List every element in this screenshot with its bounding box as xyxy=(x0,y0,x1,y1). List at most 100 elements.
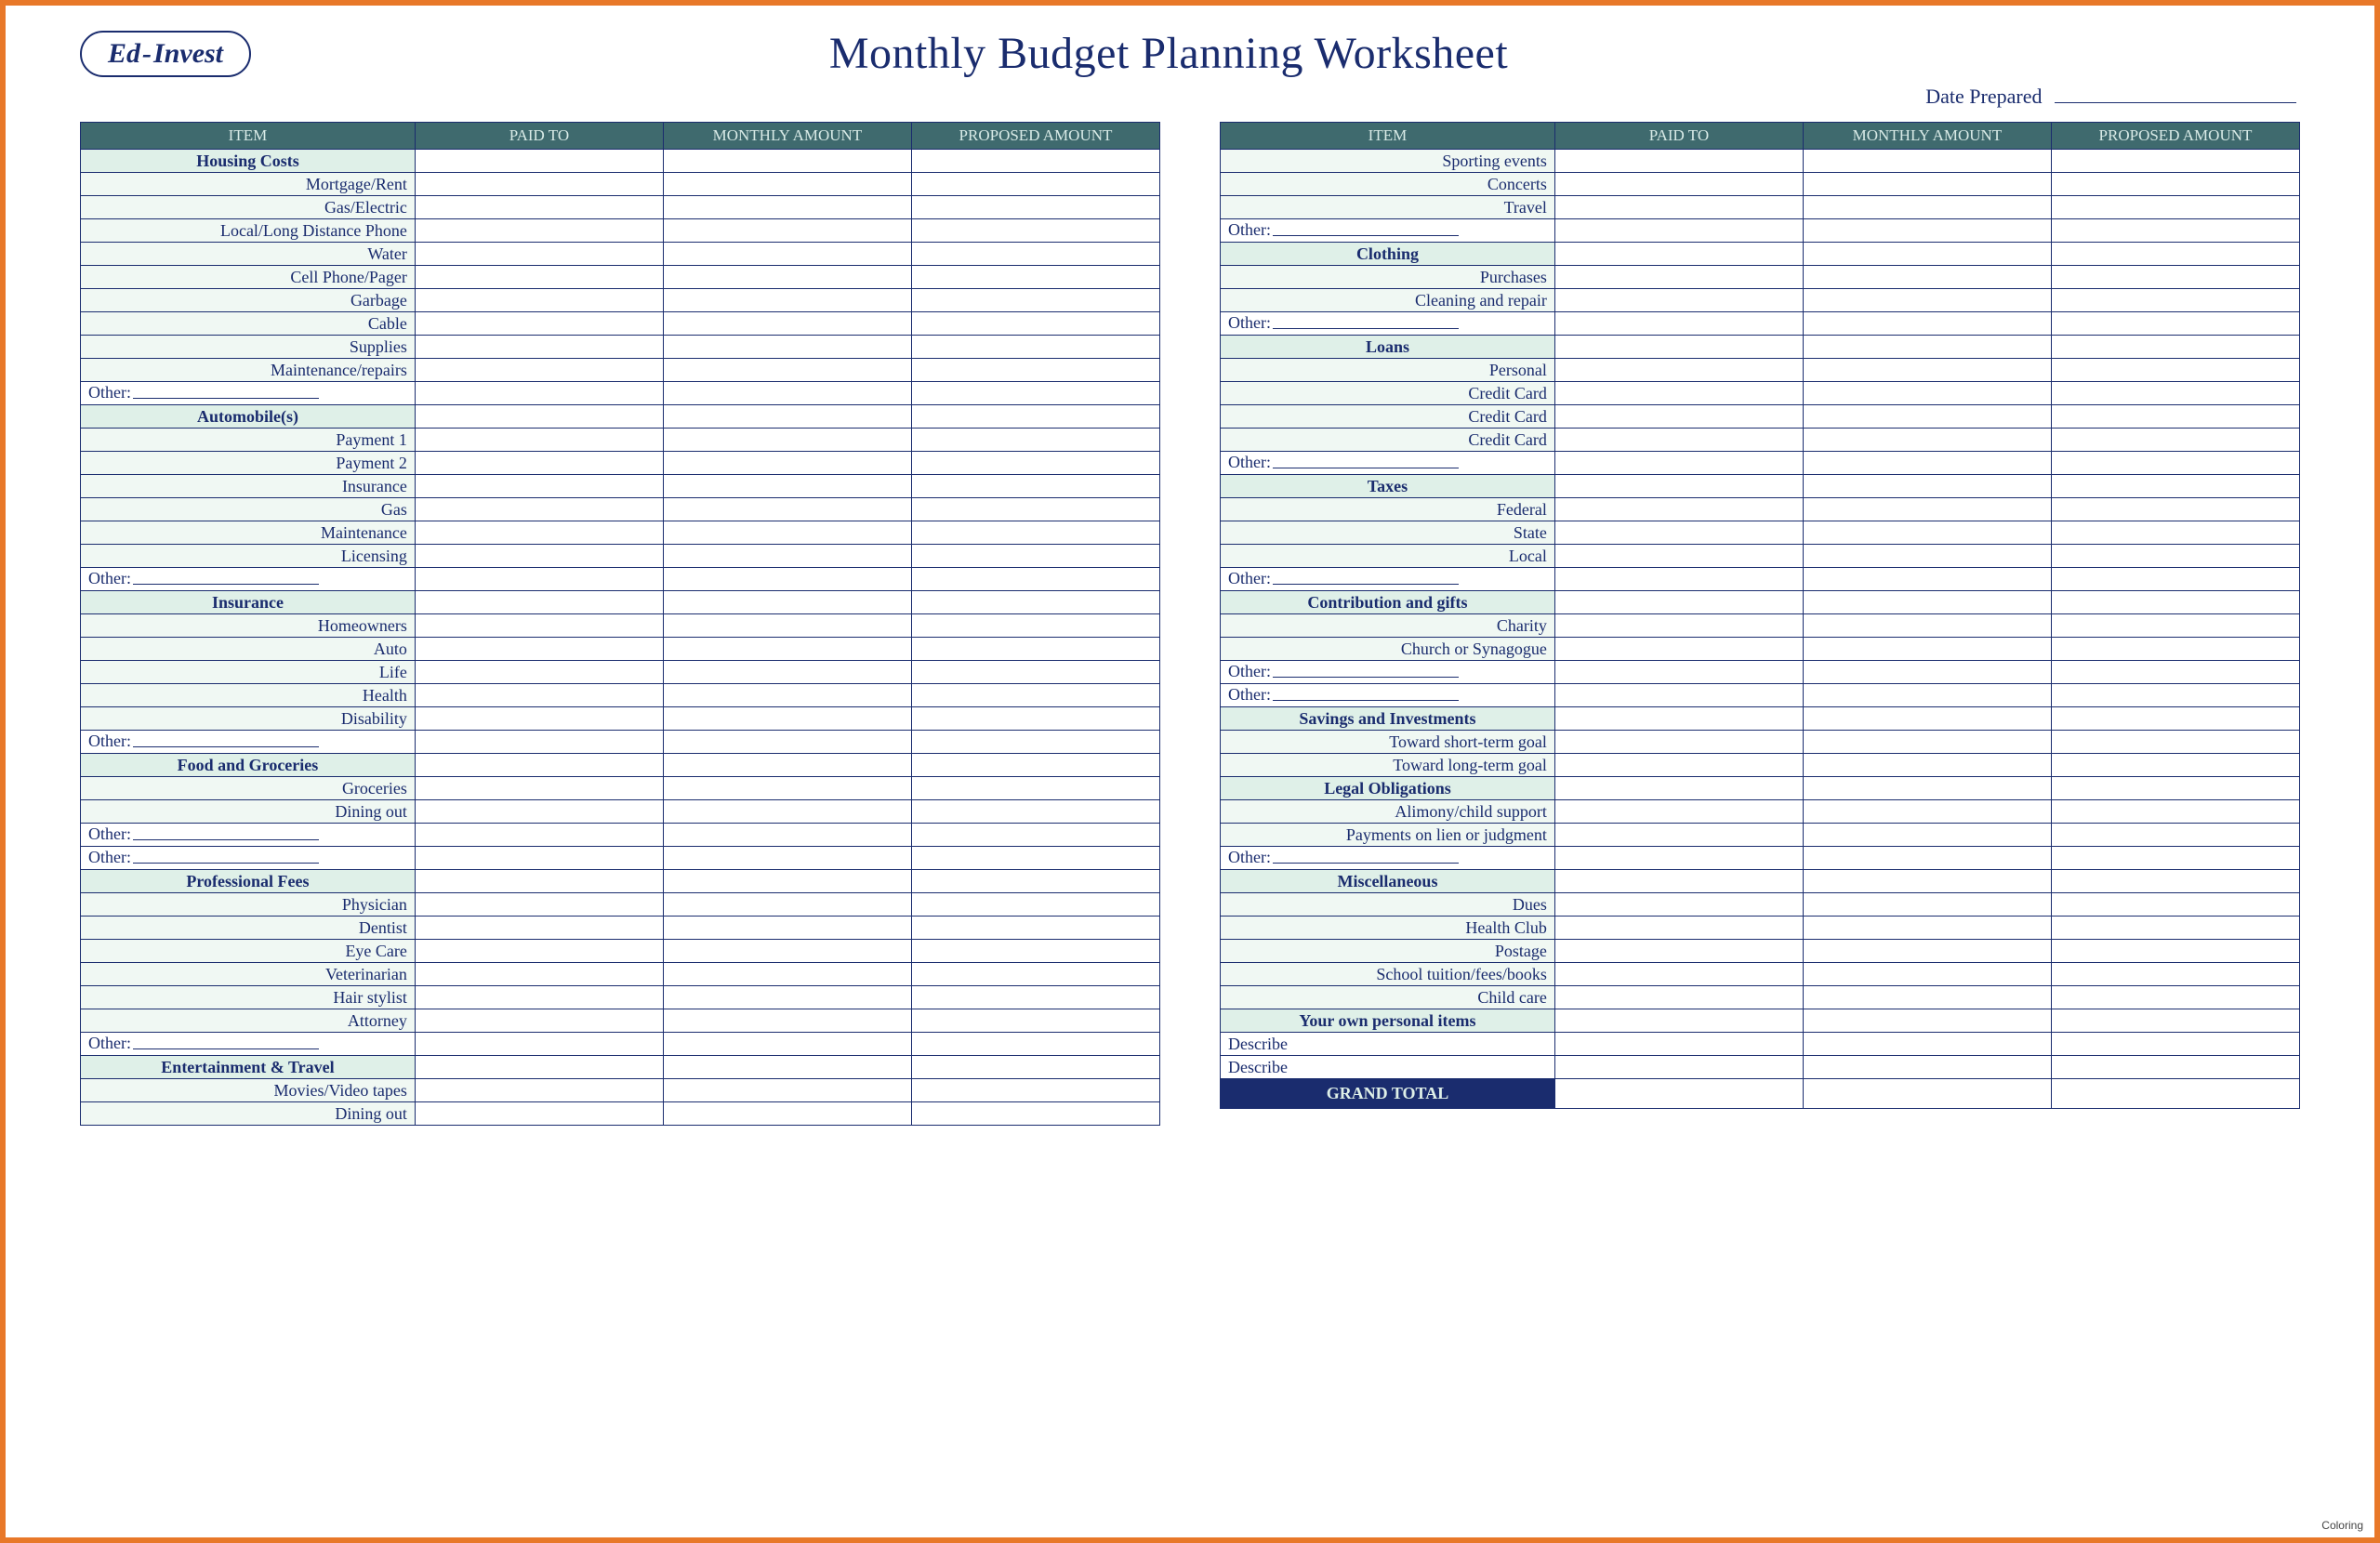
proposed-amount-cell[interactable] xyxy=(911,1033,1159,1056)
proposed-amount-cell[interactable] xyxy=(2051,173,2299,196)
proposed-amount-cell[interactable] xyxy=(2051,266,2299,289)
proposed-amount-cell[interactable] xyxy=(2051,336,2299,359)
proposed-amount-cell[interactable] xyxy=(911,336,1159,359)
monthly-amount-cell[interactable] xyxy=(663,754,911,777)
monthly-amount-cell[interactable] xyxy=(663,429,911,452)
monthly-amount-cell[interactable] xyxy=(663,1033,911,1056)
paid-to-cell[interactable] xyxy=(1554,196,1803,219)
proposed-amount-cell[interactable] xyxy=(2051,661,2299,684)
paid-to-cell[interactable] xyxy=(1554,521,1803,545)
proposed-amount-cell[interactable] xyxy=(2051,1056,2299,1079)
proposed-amount-cell[interactable] xyxy=(911,800,1159,824)
proposed-amount-cell[interactable] xyxy=(2051,893,2299,917)
proposed-amount-cell[interactable] xyxy=(2051,870,2299,893)
proposed-amount-cell[interactable] xyxy=(911,707,1159,731)
monthly-amount-cell[interactable] xyxy=(663,917,911,940)
proposed-amount-cell[interactable] xyxy=(2051,940,2299,963)
monthly-amount-cell[interactable] xyxy=(663,545,911,568)
proposed-amount-cell[interactable] xyxy=(2051,405,2299,429)
other-fill-line[interactable] xyxy=(133,1034,319,1048)
paid-to-cell[interactable] xyxy=(1554,684,1803,707)
paid-to-cell[interactable] xyxy=(415,614,663,638)
proposed-amount-cell[interactable] xyxy=(911,940,1159,963)
monthly-amount-cell[interactable] xyxy=(663,382,911,405)
paid-to-cell[interactable] xyxy=(1554,731,1803,754)
monthly-amount-cell[interactable] xyxy=(1803,963,2051,986)
paid-to-cell[interactable] xyxy=(415,196,663,219)
paid-to-cell[interactable] xyxy=(1554,707,1803,731)
paid-to-cell[interactable] xyxy=(1554,568,1803,591)
proposed-amount-cell[interactable] xyxy=(911,173,1159,196)
proposed-amount-cell[interactable] xyxy=(2051,359,2299,382)
proposed-amount-cell[interactable] xyxy=(2051,591,2299,614)
proposed-amount-cell[interactable] xyxy=(2051,568,2299,591)
monthly-amount-cell[interactable] xyxy=(663,475,911,498)
monthly-amount-cell[interactable] xyxy=(663,452,911,475)
proposed-amount-cell[interactable] xyxy=(911,614,1159,638)
other-fill-line[interactable] xyxy=(1273,848,1459,863)
paid-to-cell[interactable] xyxy=(1554,266,1803,289)
paid-to-cell[interactable] xyxy=(415,150,663,173)
paid-to-cell[interactable] xyxy=(415,1009,663,1033)
proposed-amount-cell[interactable] xyxy=(911,777,1159,800)
other-fill-line[interactable] xyxy=(133,848,319,863)
monthly-amount-cell[interactable] xyxy=(1803,591,2051,614)
proposed-amount-cell[interactable] xyxy=(911,591,1159,614)
proposed-amount-cell[interactable] xyxy=(911,917,1159,940)
monthly-amount-cell[interactable] xyxy=(1803,893,2051,917)
monthly-amount-cell[interactable] xyxy=(1803,661,2051,684)
monthly-amount-cell[interactable] xyxy=(663,893,911,917)
proposed-amount-cell[interactable] xyxy=(911,893,1159,917)
monthly-amount-cell[interactable] xyxy=(1803,359,2051,382)
monthly-amount-cell[interactable] xyxy=(1803,405,2051,429)
paid-to-cell[interactable] xyxy=(415,521,663,545)
monthly-amount-cell[interactable] xyxy=(1803,521,2051,545)
monthly-amount-cell[interactable] xyxy=(663,289,911,312)
proposed-amount-cell[interactable] xyxy=(2051,545,2299,568)
paid-to-cell[interactable] xyxy=(415,312,663,336)
monthly-amount-cell[interactable] xyxy=(663,1056,911,1079)
monthly-amount-cell[interactable] xyxy=(1803,498,2051,521)
paid-to-cell[interactable] xyxy=(415,661,663,684)
proposed-amount-cell[interactable] xyxy=(911,1056,1159,1079)
monthly-amount-cell[interactable] xyxy=(663,940,911,963)
paid-to-cell[interactable] xyxy=(415,243,663,266)
proposed-amount-cell[interactable] xyxy=(911,243,1159,266)
monthly-amount-cell[interactable] xyxy=(663,243,911,266)
proposed-amount-cell[interactable] xyxy=(2051,963,2299,986)
monthly-amount-cell[interactable] xyxy=(663,521,911,545)
paid-to-cell[interactable] xyxy=(1554,963,1803,986)
paid-to-cell[interactable] xyxy=(415,289,663,312)
proposed-amount-cell[interactable] xyxy=(2051,1079,2299,1109)
monthly-amount-cell[interactable] xyxy=(1803,289,2051,312)
proposed-amount-cell[interactable] xyxy=(911,684,1159,707)
monthly-amount-cell[interactable] xyxy=(1803,707,2051,731)
monthly-amount-cell[interactable] xyxy=(663,568,911,591)
paid-to-cell[interactable] xyxy=(415,707,663,731)
monthly-amount-cell[interactable] xyxy=(663,1079,911,1102)
proposed-amount-cell[interactable] xyxy=(911,312,1159,336)
monthly-amount-cell[interactable] xyxy=(1803,382,2051,405)
paid-to-cell[interactable] xyxy=(1554,382,1803,405)
proposed-amount-cell[interactable] xyxy=(911,661,1159,684)
paid-to-cell[interactable] xyxy=(1554,150,1803,173)
paid-to-cell[interactable] xyxy=(1554,475,1803,498)
paid-to-cell[interactable] xyxy=(415,638,663,661)
paid-to-cell[interactable] xyxy=(415,847,663,870)
proposed-amount-cell[interactable] xyxy=(2051,1033,2299,1056)
paid-to-cell[interactable] xyxy=(1554,940,1803,963)
monthly-amount-cell[interactable] xyxy=(663,173,911,196)
paid-to-cell[interactable] xyxy=(415,336,663,359)
proposed-amount-cell[interactable] xyxy=(2051,986,2299,1009)
monthly-amount-cell[interactable] xyxy=(663,963,911,986)
proposed-amount-cell[interactable] xyxy=(911,429,1159,452)
monthly-amount-cell[interactable] xyxy=(663,405,911,429)
proposed-amount-cell[interactable] xyxy=(911,545,1159,568)
proposed-amount-cell[interactable] xyxy=(2051,614,2299,638)
paid-to-cell[interactable] xyxy=(1554,219,1803,243)
paid-to-cell[interactable] xyxy=(1554,405,1803,429)
monthly-amount-cell[interactable] xyxy=(1803,777,2051,800)
paid-to-cell[interactable] xyxy=(1554,893,1803,917)
paid-to-cell[interactable] xyxy=(415,498,663,521)
other-fill-line[interactable] xyxy=(133,732,319,746)
